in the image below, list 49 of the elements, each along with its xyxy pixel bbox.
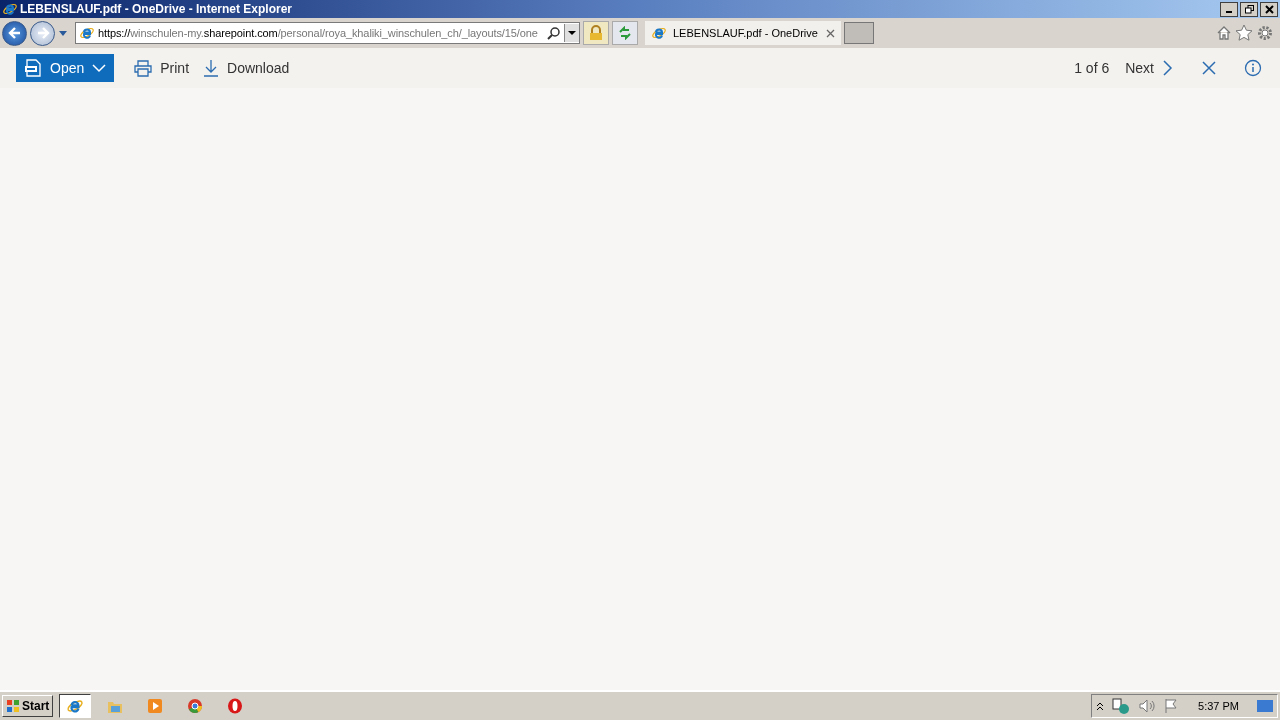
info-icon[interactable] (1244, 59, 1262, 77)
close-icon[interactable] (1202, 61, 1216, 75)
opera-icon (227, 698, 244, 714)
close-button[interactable] (1260, 1, 1278, 17)
star-icon[interactable] (1235, 24, 1253, 42)
next-button[interactable]: Next (1125, 59, 1174, 77)
dropdown-button[interactable] (564, 24, 579, 42)
windows-logo-icon (6, 699, 20, 713)
address-field[interactable]: https://winschulen-my.sharepoint.com/personal/roya_khaliki_winschulen_ch/_layouts/15/one (75, 22, 580, 44)
caret-icon (568, 30, 576, 36)
restore-icon (1244, 4, 1254, 14)
close-icon (1264, 4, 1274, 14)
chevron-down-icon (92, 63, 107, 73)
chevron-icon[interactable] (1096, 701, 1105, 711)
window-title: LEBENSLAUF.pdf - OneDrive - Internet Explorer (20, 2, 293, 16)
refresh-icon[interactable] (612, 21, 638, 45)
browser-icon (79, 25, 95, 41)
settings-icon[interactable] (1256, 24, 1274, 42)
minimize-icon (1226, 11, 1232, 13)
forward-button[interactable] (30, 20, 55, 46)
home-icon[interactable] (1216, 25, 1232, 41)
play-icon (147, 698, 164, 714)
browser-icon (66, 697, 85, 715)
speaker-icon[interactable] (1138, 698, 1157, 714)
print-button[interactable]: Print (134, 59, 190, 77)
browser-icon (187, 698, 204, 714)
browser-icon (2, 1, 18, 17)
search-icon[interactable] (547, 26, 561, 40)
network-icon[interactable] (1112, 698, 1131, 714)
browser-tab[interactable]: LEBENSLAUF.pdf - OneDrive (645, 21, 841, 45)
start-button[interactable]: Start (2, 695, 54, 717)
printer-icon (134, 59, 153, 77)
close-icon[interactable] (826, 28, 835, 38)
restore-button[interactable] (1240, 1, 1258, 17)
download-button[interactable]: Download (203, 59, 290, 77)
arrow-left-icon (7, 26, 22, 40)
taskbar-button[interactable] (59, 694, 92, 718)
url-text: https://winschulen-my.sharepoint.com/personal/roya_khaliki_winschulen_ch/_layouts/15/one (98, 27, 539, 39)
arrow-right-icon (35, 26, 50, 40)
minimize-button[interactable] (1220, 1, 1238, 17)
pdf-file-icon (24, 59, 42, 77)
page-counter: 1 of 6 (1074, 60, 1110, 76)
dropdown-icon[interactable] (58, 29, 68, 37)
back-button[interactable] (2, 20, 27, 46)
clock: 5:37 PM (1198, 700, 1239, 712)
download-icon (203, 59, 220, 77)
open-button[interactable]: Open (16, 54, 115, 82)
browser-icon (651, 25, 667, 41)
chevron-right-icon (1162, 59, 1174, 77)
